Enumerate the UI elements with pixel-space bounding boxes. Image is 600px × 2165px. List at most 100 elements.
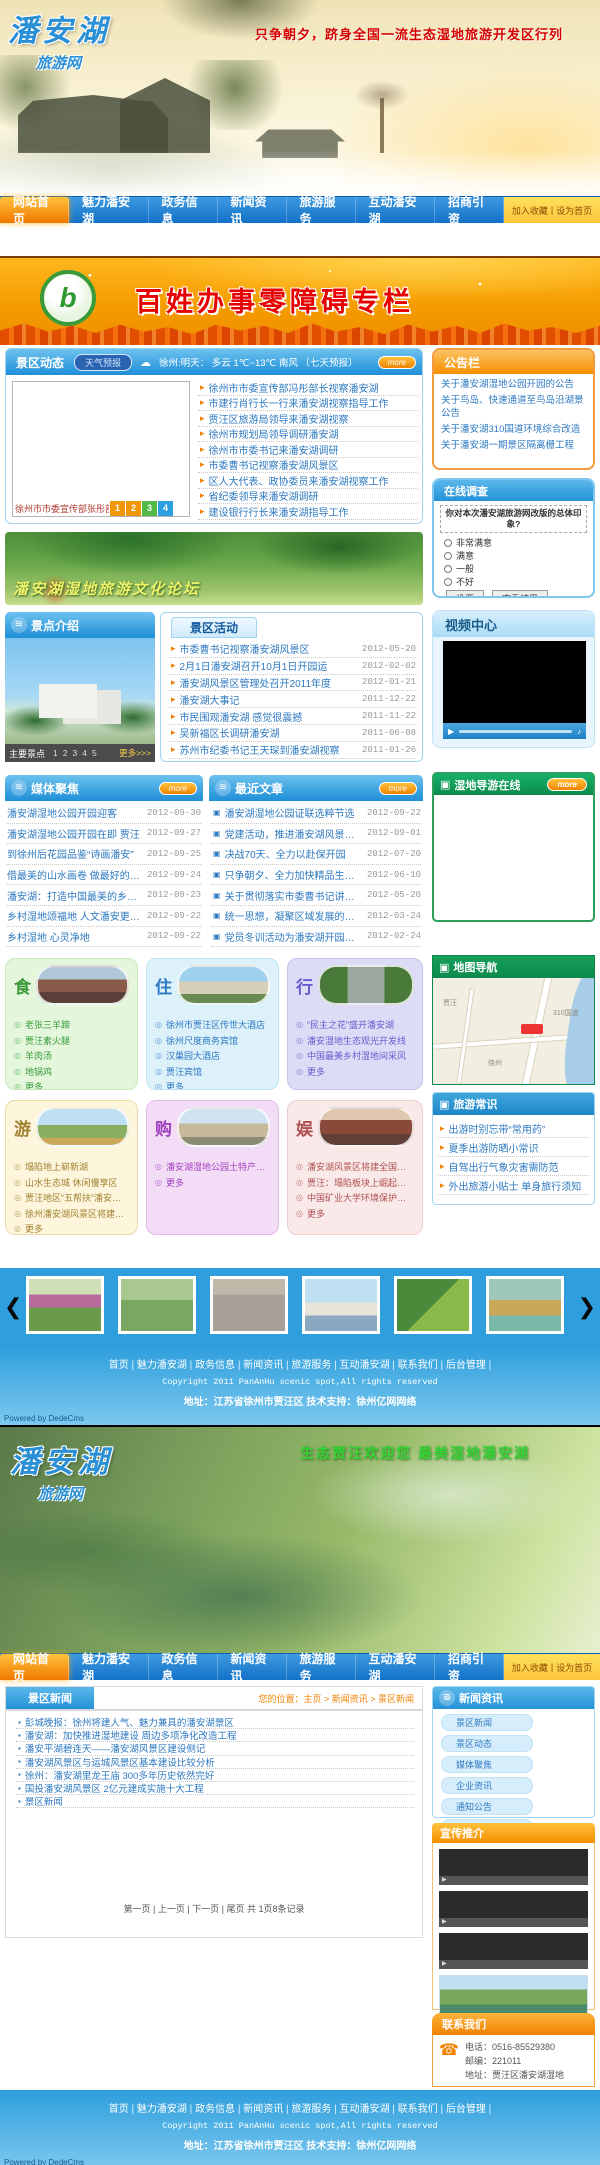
nav-item[interactable]: 网站首页 (0, 1654, 69, 1680)
news-link[interactable]: 徐州市规划局领导调研潘安湖 (209, 427, 418, 442)
pager-number[interactable]: 5 (92, 748, 97, 758)
footer-link[interactable]: 首页 (109, 1360, 137, 1371)
view-results-button[interactable]: 查看结果 (492, 590, 548, 598)
activity-link[interactable]: 潘安湖风景区管理处召开2011年度 (180, 675, 358, 690)
promo-video-player[interactable]: ▶ (439, 1849, 588, 1885)
volume-icon[interactable]: ♪ (577, 727, 581, 736)
slider-page-button[interactable]: 4 (158, 501, 173, 516)
news-nav-link[interactable]: 通知公告 (441, 1798, 533, 1815)
prev-arrow-icon[interactable]: ❮ (4, 1294, 22, 1320)
footer-link[interactable]: 新闻资讯 (243, 1360, 291, 1371)
pager-number[interactable]: 2 (63, 748, 68, 758)
category-link[interactable]: 徐州市贾汪区传世大酒店 (166, 1018, 265, 1031)
category-link[interactable]: 老张三羊蹄 (25, 1018, 70, 1031)
pager-number[interactable]: 1 (53, 748, 58, 758)
activity-link[interactable]: 2月1日潘安湖召开10月1日开园运 (180, 658, 358, 673)
news-link[interactable]: 徐州市市委宣传部冯彤部长视察潘安湖 (209, 380, 418, 395)
photo-thumbnail[interactable] (302, 1276, 380, 1334)
footer-link[interactable]: 政务信息 (195, 2104, 243, 2115)
video-progress-bar[interactable] (459, 730, 572, 733)
activity-link[interactable]: 苏州市纪委书记王天琛到潘安湖视察 (180, 742, 358, 757)
category-link[interactable]: 潘安湿地生态观光开发线 (307, 1034, 406, 1047)
category-link[interactable]: 贾汪宾馆 (166, 1065, 202, 1078)
category-link[interactable]: 汉巢园大酒店 (166, 1049, 220, 1062)
slider-page-button[interactable]: 1 (110, 501, 125, 516)
article-link[interactable]: 只争朝夕、全力加快精品生态景区 (225, 867, 363, 882)
media-link[interactable]: 潘安湖湿地公园开园在即 贾汪 (7, 826, 143, 841)
breadcrumb[interactable]: 您的位置：主页 > 新闻资讯 > 景区新闻 (258, 1692, 422, 1705)
footer-link[interactable]: 互动潘安湖 (340, 2104, 398, 2115)
media-link[interactable]: 潘安湖湿地公园开园迎客 (7, 805, 143, 820)
article-link[interactable]: 统一思想，凝聚区域发展的合力 (225, 908, 363, 923)
category-link[interactable]: 贾汪素火腿 (25, 1034, 70, 1047)
nav-item[interactable]: 旅游服务 (287, 1654, 356, 1680)
nav-item[interactable]: 网站首页 (0, 197, 69, 223)
activity-link[interactable]: 潘安湖大事记 (180, 692, 358, 707)
zero-obstacle-banner[interactable]: b 百姓办事零障碍专栏 (0, 256, 600, 345)
footer-link[interactable]: 魅力潘安湖 (137, 1360, 195, 1371)
category-link[interactable]: 更多 (307, 1207, 325, 1220)
category-link[interactable]: 羊肉汤 (25, 1049, 52, 1062)
slider-page-button[interactable]: 5 (174, 501, 189, 516)
activity-link[interactable]: 吴新福区长调研潘安湖 (180, 725, 358, 740)
tip-link[interactable]: 出游时别忘带“常用药” (449, 1121, 589, 1136)
category-link[interactable]: 贾汪：塌陷板块上崛起生态新城 (307, 1176, 414, 1189)
nav-item[interactable]: 旅游服务 (287, 197, 356, 223)
news-link[interactable]: 省纪委领导来潘安湖调研 (209, 489, 418, 504)
footer-link[interactable]: 魅力潘安湖 (137, 2104, 195, 2115)
category-link[interactable]: 更多 (166, 1080, 184, 1090)
photo-thumbnail[interactable] (210, 1276, 288, 1334)
powered-by-text[interactable]: Powered by DedeCms (4, 1414, 84, 1423)
map-canvas[interactable]: 贾汪 徐州 310国道 (433, 978, 594, 1084)
site-logo[interactable]: 潘安湖 旅游网 (10, 1437, 160, 1504)
nav-item[interactable]: 互动潘安湖 (356, 1654, 436, 1680)
news-link[interactable]: 彭城晚报：徐州将建人气、魅力兼具的潘安湖景区 (25, 1716, 414, 1729)
category-link[interactable]: 中国矿业大学环境保护协会来访 (307, 1191, 414, 1204)
more-link[interactable]: 更多>>> (119, 747, 151, 759)
news-link[interactable]: 景区新闻 (25, 1795, 414, 1808)
category-link[interactable]: 贾汪地区“五帮扶”潘安湖生态线 (25, 1191, 129, 1204)
nav-item[interactable]: 新闻资讯 (218, 197, 287, 223)
news-link[interactable]: 徐州：潘安湖里龙王庙 300多年历史依然完好 (25, 1769, 414, 1782)
nav-item[interactable]: 政务信息 (149, 197, 218, 223)
footer-link[interactable]: 后台管理 (446, 1360, 491, 1371)
set-homepage-link[interactable]: 设为首页 (556, 204, 592, 217)
news-link[interactable]: 区人大代表、政协委员来潘安湖视察工作 (209, 473, 418, 488)
notice-link[interactable]: 关于潘安湖湿地公园开园的公告 (441, 378, 586, 391)
category-link[interactable]: “民主之花”盛开潘安湖 (307, 1018, 394, 1031)
footer-link[interactable]: 联系我们 (398, 1360, 446, 1371)
vote-button[interactable]: 投票 (446, 590, 484, 598)
news-link[interactable]: 贾汪区旅游局领导来潘安湖视察 (209, 411, 418, 426)
footer-link[interactable]: 旅游服务 (291, 1360, 339, 1371)
footer-link[interactable]: 后台管理 (446, 2104, 491, 2115)
article-link[interactable]: 关于贯彻落实市委曹书记讲话精神 (225, 888, 363, 903)
article-link[interactable]: 党建活动，推进潘安湖风景区建设 (225, 826, 363, 841)
category-link[interactable]: 山水生态城 休闲慢享区 (25, 1176, 118, 1189)
weather-button[interactable]: 天气预报 (74, 354, 132, 371)
category-link[interactable]: 更多 (307, 1065, 325, 1078)
tip-link[interactable]: 夏季出游防晒小常识 (449, 1140, 589, 1155)
nav-item[interactable]: 招商引资 (435, 1654, 504, 1680)
powered-by-text[interactable]: Powered by DedeCms (4, 2158, 84, 2165)
category-link[interactable]: 更多 (25, 1222, 43, 1235)
news-link[interactable]: 建设银行行长来潘安湖指导工作 (209, 504, 418, 519)
more-button[interactable]: more (159, 782, 197, 795)
nav-item[interactable]: 魅力潘安湖 (69, 197, 149, 223)
news-link[interactable]: 潘安湖：加快推进湿地建设 周边多项净化改造工程 (25, 1729, 414, 1742)
forum-banner[interactable]: 潘安湖湿地旅游文化论坛 (5, 532, 423, 605)
news-nav-link[interactable]: 景区动态 (441, 1735, 533, 1752)
media-link[interactable]: 乡村湿地颂福地 人文潘安更风流 (7, 908, 143, 923)
site-logo[interactable]: 潘安湖 旅游网 (8, 6, 158, 73)
activity-link[interactable]: 市民围观潘安湖 感觉很震撼 (180, 709, 358, 724)
photo-thumbnail[interactable] (118, 1276, 196, 1334)
news-link[interactable]: 市委曹书记视察潘安湖风景区 (209, 458, 418, 473)
pagination[interactable]: 第一页 | 上一页 | 下一页 | 尾页 共 1页8条记录 (6, 1902, 422, 1915)
activity-link[interactable]: 市委曹书记视察潘安湖风景区 (180, 641, 358, 656)
footer-link[interactable]: 新闻资讯 (243, 2104, 291, 2115)
nav-item[interactable]: 政务信息 (149, 1654, 218, 1680)
category-link[interactable]: 更多 (25, 1080, 43, 1090)
photo-thumbnail[interactable] (486, 1276, 564, 1334)
news-image-slider[interactable]: 徐州市市委宣传部张彤部长视察潘 12345 (12, 381, 190, 517)
play-icon[interactable]: ▶ (448, 727, 454, 736)
more-button[interactable]: more (379, 782, 417, 795)
